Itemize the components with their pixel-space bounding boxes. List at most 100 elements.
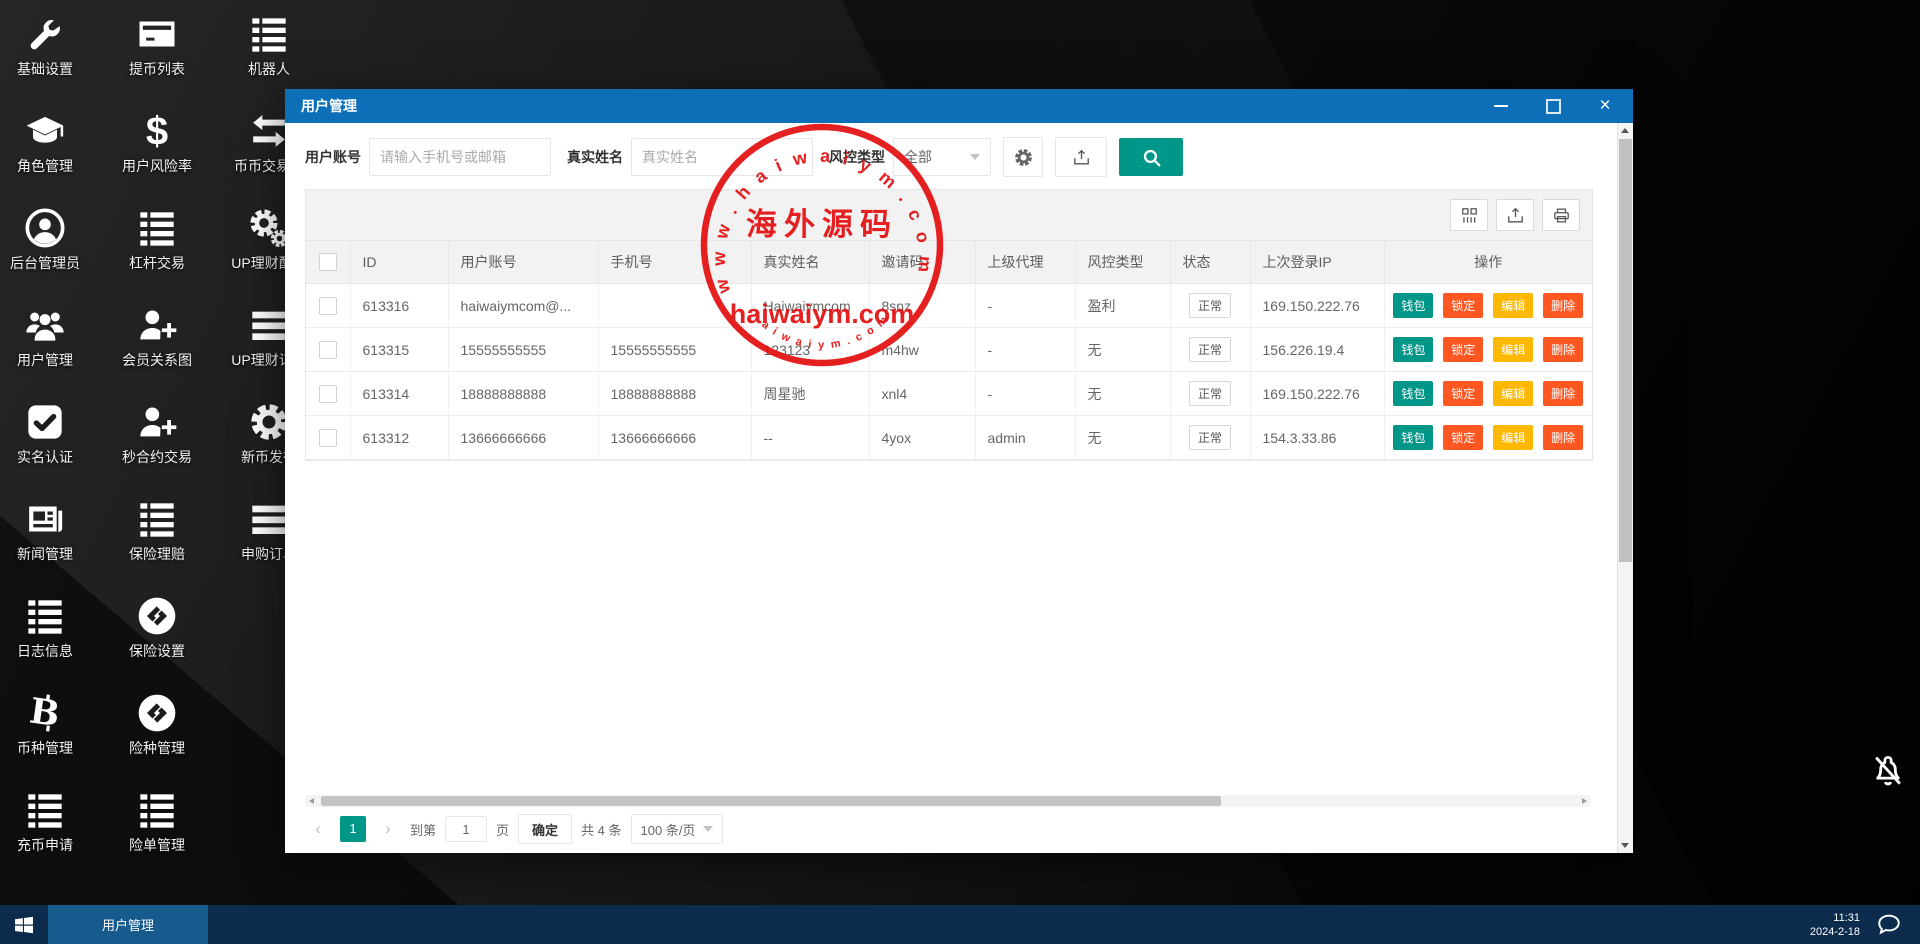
desktop-icon[interactable]: 会员关系图 — [113, 295, 201, 391]
cell-agent: admin — [975, 415, 1076, 460]
wallet-button[interactable]: 钱包 — [1393, 381, 1434, 406]
page-size-select[interactable]: 100 条/页 — [630, 814, 724, 844]
header-risk: 风控类型 — [1075, 241, 1171, 284]
export-data-button[interactable] — [1496, 199, 1534, 231]
desktop-icon-glyph — [249, 208, 289, 248]
desktop-icon-grid: 基础设置 角色管理 后台管理员 用户管理 实名认证 新闻管理 日志信息 币种管理… — [1, 4, 313, 877]
desktop-icon-label: 险种管理 — [129, 740, 185, 756]
desktop-icon[interactable]: 实名认证 — [1, 392, 89, 488]
row-checkbox[interactable] — [318, 384, 337, 403]
desktop-icon-glyph — [25, 596, 65, 636]
desktop-icon-label: 币种管理 — [17, 740, 73, 756]
delete-button[interactable]: 删除 — [1543, 337, 1584, 362]
desktop-icon[interactable]: 保险理赔 — [113, 489, 201, 585]
minimize-button[interactable] — [1493, 98, 1509, 114]
delete-button[interactable]: 删除 — [1543, 381, 1584, 406]
desktop-icon-label: 新闻管理 — [17, 546, 73, 562]
desktop-icon[interactable]: 充币申请 — [1, 780, 89, 876]
taskbar: 用户管理 11:31 2024-2-18 — [0, 905, 1920, 944]
settings-button[interactable] — [1003, 137, 1043, 177]
row-checkbox[interactable] — [318, 296, 337, 315]
desktop-icon[interactable]: 险种管理 — [113, 683, 201, 779]
scroll-left-arrow[interactable] — [309, 798, 314, 804]
columns-toggle-button[interactable] — [1450, 199, 1488, 231]
desktop-icon[interactable]: 险单管理 — [113, 780, 201, 876]
close-icon: × — [1599, 95, 1611, 116]
edit-button[interactable]: 编辑 — [1493, 337, 1534, 362]
goto-page-input[interactable] — [445, 816, 488, 842]
taskbar-item-user-management[interactable]: 用户管理 — [48, 905, 208, 944]
chat-bubble-icon[interactable] — [1876, 912, 1902, 938]
scroll-up-arrow[interactable] — [1621, 128, 1629, 133]
lock-button[interactable]: 锁定 — [1443, 293, 1484, 318]
desktop-icon[interactable]: 币种管理 — [1, 683, 89, 779]
close-button[interactable]: × — [1597, 95, 1613, 116]
select-all-checkbox[interactable] — [318, 253, 337, 272]
desktop-icon[interactable]: 后台管理员 — [1, 198, 89, 294]
desktop-icon[interactable]: 保险设置 — [113, 586, 201, 682]
realname-input[interactable] — [631, 138, 813, 176]
cell-id: 613314 — [350, 371, 449, 416]
cell-account: 15555555555 — [448, 327, 599, 372]
search-icon — [1141, 147, 1162, 168]
desktop-icon-glyph — [25, 790, 65, 830]
search-button[interactable] — [1119, 138, 1183, 176]
bell-muted-icon[interactable] — [1869, 752, 1907, 790]
wallet-button[interactable]: 钱包 — [1393, 425, 1434, 450]
print-button[interactable] — [1542, 199, 1580, 231]
header-invite: 邀请码 — [869, 241, 976, 284]
vertical-scrollbar[interactable] — [1617, 123, 1633, 853]
wallet-button[interactable]: 钱包 — [1393, 337, 1434, 362]
lock-button[interactable]: 锁定 — [1443, 381, 1484, 406]
confirm-page-button[interactable]: 确定 — [518, 814, 573, 844]
cell-phone: 13666666666 — [598, 415, 752, 460]
taskbar-clock[interactable]: 11:31 2024-2-18 — [1810, 911, 1860, 939]
horizontal-scroll-thumb[interactable] — [321, 796, 1222, 806]
wallet-button[interactable]: 钱包 — [1393, 293, 1434, 318]
desktop-icon[interactable]: 用户风险率 — [113, 101, 201, 197]
lock-button[interactable]: 锁定 — [1443, 425, 1484, 450]
account-input[interactable] — [369, 138, 551, 176]
delete-button[interactable]: 删除 — [1543, 293, 1584, 318]
user-management-window: 用户管理 × 用户账号 真实姓名 风控类型 全部 — [285, 89, 1633, 853]
desktop-icon[interactable]: 机器人 — [225, 4, 313, 100]
desktop-icon[interactable]: 基础设置 — [1, 4, 89, 100]
cell-risk-type: 无 — [1075, 327, 1171, 372]
row-checkbox[interactable] — [318, 340, 337, 359]
row-checkbox[interactable] — [318, 428, 337, 447]
delete-button[interactable]: 删除 — [1543, 425, 1584, 450]
horizontal-scrollbar[interactable] — [305, 795, 1591, 807]
desktop-icon-label: 秒合约交易 — [122, 449, 192, 465]
desktop-icon[interactable]: 用户管理 — [1, 295, 89, 391]
header-id: ID — [350, 241, 449, 284]
cell-invite-code: 4yox — [869, 415, 976, 460]
desktop-icon-glyph — [137, 208, 177, 248]
edit-button[interactable]: 编辑 — [1493, 293, 1534, 318]
scroll-right-arrow[interactable] — [1582, 798, 1587, 804]
maximize-button[interactable] — [1545, 98, 1561, 114]
edit-button[interactable]: 编辑 — [1493, 381, 1534, 406]
cell-account: 13666666666 — [448, 415, 599, 460]
desktop-icon[interactable]: 杠杆交易 — [113, 198, 201, 294]
window-titlebar[interactable]: 用户管理 × — [285, 89, 1633, 123]
current-page-button[interactable]: 1 — [340, 816, 366, 842]
desktop-icon[interactable]: 角色管理 — [1, 101, 89, 197]
desktop-icon[interactable]: 秒合约交易 — [113, 392, 201, 488]
risk-type-label: 风控类型 — [829, 149, 885, 165]
desktop-icon[interactable]: 日志信息 — [1, 586, 89, 682]
desktop-icon[interactable]: 提币列表 — [113, 4, 201, 100]
start-button[interactable] — [0, 905, 48, 944]
desktop-icon[interactable]: 新闻管理 — [1, 489, 89, 585]
prev-page-button[interactable]: ‹ — [305, 816, 331, 842]
desktop-icon-label: 保险理赔 — [129, 546, 185, 562]
next-page-button[interactable]: › — [375, 816, 401, 842]
risk-type-select[interactable]: 全部 — [893, 138, 991, 176]
edit-button[interactable]: 编辑 — [1493, 425, 1534, 450]
header-ip: 上次登录IP — [1250, 241, 1385, 284]
vertical-scroll-thumb[interactable] — [1619, 139, 1632, 563]
table-row: 613312 13666666666 13666666666 -- 4yox a… — [306, 415, 1592, 460]
desktop-icon-glyph — [249, 305, 289, 345]
scroll-down-arrow[interactable] — [1621, 843, 1629, 848]
lock-button[interactable]: 锁定 — [1443, 337, 1484, 362]
export-button[interactable] — [1055, 137, 1107, 177]
